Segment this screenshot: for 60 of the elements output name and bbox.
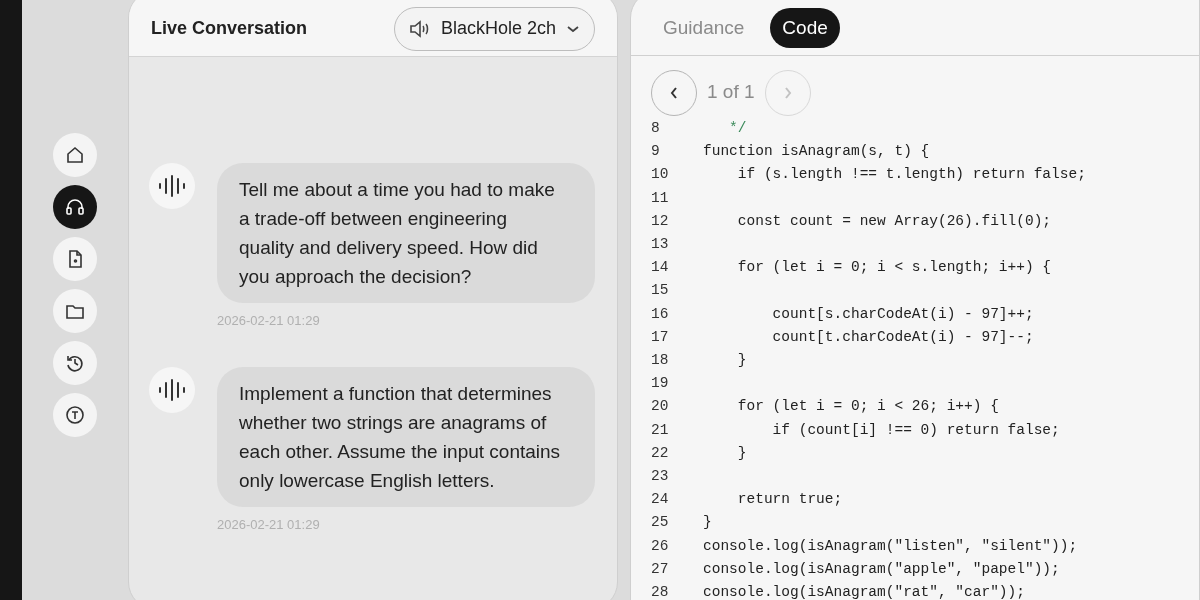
sidebar-nav-button[interactable] <box>53 237 97 281</box>
line-number: 27 <box>650 559 670 579</box>
line-number: 24 <box>650 490 670 510</box>
code-line: if (s.length !== t.length) return false; <box>736 165 1086 185</box>
line-number: 23 <box>650 467 670 487</box>
line-number: 20 <box>650 397 670 417</box>
code-line: if (count[i] !== 0) return false; <box>771 420 1060 440</box>
code-line: const count = new Array(26).fill(0); <box>736 211 1052 231</box>
line-number: 21 <box>650 420 670 440</box>
sidebar-nav-button[interactable] <box>53 185 97 229</box>
code-line: } <box>736 443 747 463</box>
line-number: 25 <box>650 513 670 533</box>
line-number: 13 <box>650 235 670 254</box>
line-number: 19 <box>650 374 670 394</box>
line-number: 28 <box>650 583 670 600</box>
code-line: function isAnagram(s, t) { <box>703 142 930 162</box>
audio-device-dropdown[interactable]: BlackHole 2ch <box>393 6 595 51</box>
line-number: 18 <box>650 351 670 371</box>
home-icon <box>64 144 86 166</box>
code-line: console.log(isAnagram("rat", "car")); <box>703 583 1025 600</box>
line-number: 16 <box>650 304 670 324</box>
code-line: count[t.charCodeAt(i) - 97]--; <box>771 327 1034 347</box>
speaker-icon <box>408 18 431 39</box>
chevron-down-icon <box>566 23 580 34</box>
line-number: 11 <box>650 188 670 208</box>
code-line: } <box>703 513 712 533</box>
line-number: 9 <box>650 142 661 162</box>
waveform-icon <box>157 174 187 198</box>
line-number: 8 <box>650 119 661 138</box>
line-number: 26 <box>650 536 670 556</box>
sidebar-nav-button[interactable] <box>53 133 97 177</box>
chevron-left-icon <box>669 85 679 100</box>
line-number: 22 <box>650 443 670 463</box>
code-line: count[s.charCodeAt(i) - 97]++; <box>771 304 1034 324</box>
tab[interactable]: Code <box>770 8 840 48</box>
sidebar-nav-button[interactable] <box>53 341 97 385</box>
message-timestamp: 2026-02-21 01:29 <box>217 312 321 330</box>
code-line: for (let i = 0; i < 26; i++) { <box>736 397 999 417</box>
code-line: return true; <box>736 490 843 510</box>
message-bubble: Tell me about a time you had to make a trade-off between engineering quality and delivery speed. How did you approach the decision? <box>217 163 595 303</box>
headset-icon <box>64 196 86 218</box>
code-line: } <box>736 351 747 371</box>
message-timestamp: 2026-02-21 01:29 <box>217 515 321 534</box>
line-number: 12 <box>650 211 670 231</box>
line-number: 17 <box>650 327 670 347</box>
code-comment: */ <box>728 119 747 138</box>
sidebar-nav-button[interactable] <box>53 289 97 333</box>
code-line: console.log(isAnagram("listen", "silent")); <box>703 536 1078 556</box>
line-number: 14 <box>650 258 670 278</box>
text-icon <box>64 404 86 426</box>
waveform-icon <box>157 377 187 402</box>
sidebar-nav-button[interactable] <box>53 393 97 437</box>
code-line: for (let i = 0; i < s.length; i++) { <box>736 258 1052 278</box>
chevron-right-icon <box>782 85 793 100</box>
page-indicator: 1 of 1 <box>707 80 755 105</box>
line-number: 10 <box>650 165 670 185</box>
code-line: console.log(isAnagram("apple", "papel")); <box>703 559 1060 579</box>
message-bubble: Implement a function that determines whether two strings are anagrams of each other. Assume the input contains only lowercase English letters. <box>217 366 595 507</box>
line-number: 15 <box>650 281 670 301</box>
panel-title: Live Conversation <box>151 17 308 40</box>
